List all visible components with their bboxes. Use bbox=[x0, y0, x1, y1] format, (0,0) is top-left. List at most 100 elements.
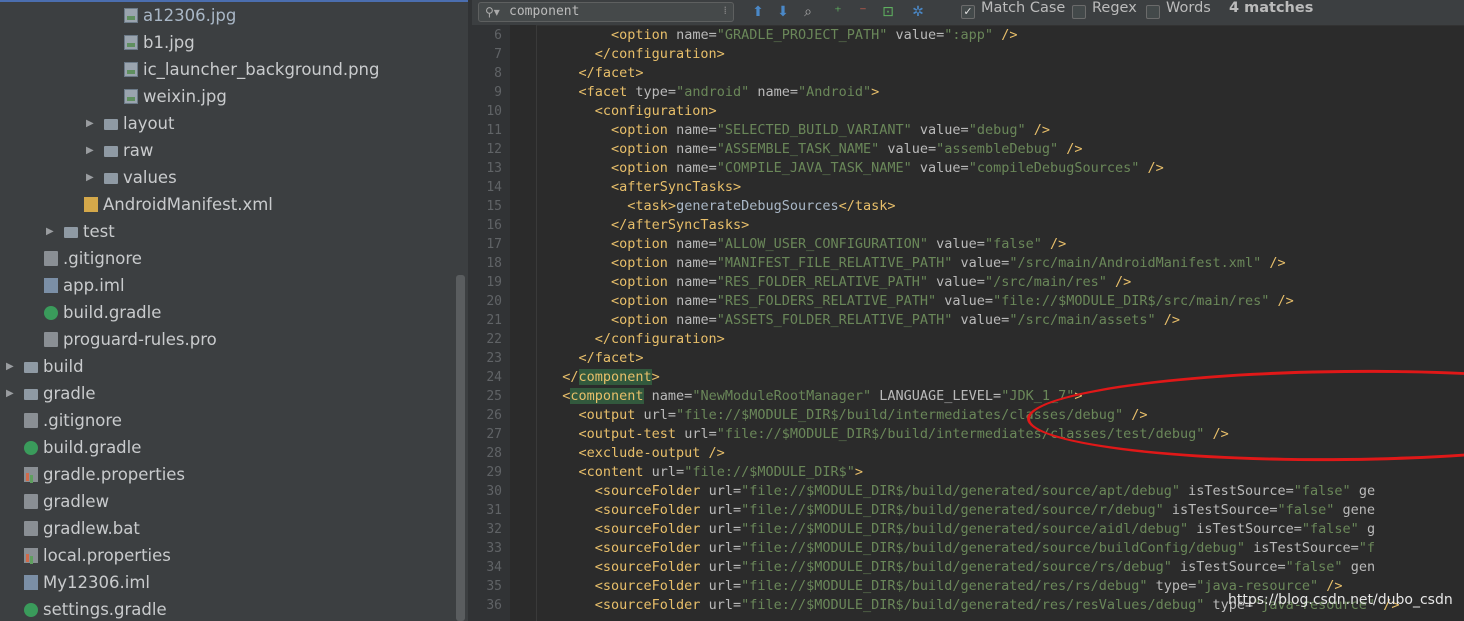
code-token: isTestSource= bbox=[1163, 502, 1278, 518]
find-field[interactable]: ⚲▾ ⁞ bbox=[478, 2, 734, 22]
code-line[interactable]: </facet> bbox=[579, 349, 644, 368]
code-line[interactable]: <option name="ALLOW_USER_CONFIGURATION" … bbox=[611, 235, 1066, 254]
remove-occurrence-icon[interactable]: ⁻ bbox=[853, 2, 873, 22]
match-case-label[interactable]: Match Case bbox=[981, 0, 1065, 16]
file-icon bbox=[44, 332, 58, 347]
code-line[interactable]: </component> bbox=[562, 368, 660, 387]
tree-item[interactable]: settings.gradle bbox=[0, 596, 456, 621]
code-token: > bbox=[854, 464, 864, 480]
fold-gutter[interactable] bbox=[510, 25, 537, 621]
tree-item[interactable]: proguard-rules.pro bbox=[0, 326, 456, 353]
regex-checkbox[interactable] bbox=[1072, 5, 1086, 19]
code-line[interactable]: <output url="file://$MODULE_DIR$/build/i… bbox=[579, 406, 1148, 425]
select-all-occurrences-icon[interactable]: ⊡ bbox=[878, 2, 898, 22]
tree-item[interactable]: gradlew.bat bbox=[0, 515, 456, 542]
code-line[interactable]: </facet> bbox=[579, 64, 644, 83]
search-input[interactable] bbox=[509, 3, 709, 21]
code-line[interactable]: <task>generateDebugSources</task> bbox=[627, 197, 895, 216]
code-line[interactable]: <content url="file://$MODULE_DIR$"> bbox=[579, 463, 864, 482]
code-line[interactable]: </configuration> bbox=[595, 45, 725, 64]
tree-item[interactable]: ▶ values bbox=[0, 164, 456, 191]
image-file-icon bbox=[124, 62, 138, 77]
code-line[interactable]: <sourceFolder url="file://$MODULE_DIR$/b… bbox=[595, 501, 1375, 520]
code-line[interactable]: <option name="COMPILE_JAVA_TASK_NAME" va… bbox=[611, 159, 1164, 178]
file-icon bbox=[24, 494, 38, 509]
line-number: 21 bbox=[486, 313, 502, 328]
next-occurrence-icon[interactable]: ⬇ bbox=[773, 2, 793, 22]
tree-scrollbar[interactable] bbox=[456, 275, 465, 621]
previous-occurrence-icon[interactable]: ⬆ bbox=[748, 2, 768, 22]
code-line[interactable]: <facet type="android" name="Android"> bbox=[579, 83, 880, 102]
code-line[interactable]: <option name="ASSETS_FOLDER_RELATIVE_PAT… bbox=[611, 311, 1180, 330]
code-line[interactable]: <afterSyncTasks> bbox=[611, 178, 741, 197]
code-token: gen bbox=[1342, 559, 1376, 575]
tree-item[interactable]: ▶ build bbox=[0, 353, 456, 380]
code-line[interactable]: <option name="RES_FOLDER_RELATIVE_PATH" … bbox=[611, 273, 1131, 292]
tree-item-label: settings.gradle bbox=[43, 600, 167, 619]
tree-item[interactable]: weixin.jpg bbox=[0, 83, 456, 110]
code-token: <task> bbox=[627, 198, 677, 214]
tree-item[interactable]: build.gradle bbox=[0, 299, 456, 326]
tree-item[interactable]: a12306.jpg bbox=[0, 2, 456, 29]
code-line[interactable]: </configuration> bbox=[595, 330, 725, 349]
clear-search-icon[interactable]: ⁞ bbox=[724, 4, 728, 17]
tree-item[interactable]: b1.jpg bbox=[0, 29, 456, 56]
tree-item[interactable]: ▶ gradle bbox=[0, 380, 456, 407]
words-checkbox[interactable] bbox=[1146, 5, 1160, 19]
code-line[interactable]: <option name="MANIFEST_FILE_RELATIVE_PAT… bbox=[611, 254, 1286, 273]
tree-item[interactable]: .gitignore bbox=[0, 245, 456, 272]
code-line[interactable]: <configuration> bbox=[595, 102, 717, 121]
code-line[interactable]: <option name="GRADLE_PROJECT_PATH" value… bbox=[611, 26, 1017, 45]
expand-arrow-icon[interactable]: ▶ bbox=[86, 164, 94, 191]
gradle-icon bbox=[24, 603, 38, 617]
code-line[interactable]: <sourceFolder url="file://$MODULE_DIR$/b… bbox=[595, 539, 1375, 558]
code-line[interactable]: <sourceFolder url="file://$MODULE_DIR$/b… bbox=[595, 482, 1375, 501]
code-line[interactable]: <option name="RES_FOLDERS_RELATIVE_PATH"… bbox=[611, 292, 1294, 311]
code-token: isTestSource= bbox=[1171, 559, 1286, 575]
code-line[interactable]: <component name="NewModuleRootManager" L… bbox=[562, 387, 1082, 406]
code-line[interactable]: <option name="ASSEMBLE_TASK_NAME" value=… bbox=[611, 140, 1082, 159]
code-token: g bbox=[1358, 521, 1376, 537]
expand-arrow-icon[interactable]: ▶ bbox=[86, 110, 94, 137]
tree-item[interactable]: .gitignore bbox=[0, 407, 456, 434]
code-editor[interactable]: ⚲▾ ⁞ ⬆ ⬇ ⌕ ⁺ ⁻ ⊡ ✲ ✓ Match Case Regex Wo… bbox=[472, 0, 1464, 621]
tree-item[interactable]: local.properties bbox=[0, 542, 456, 569]
expand-arrow-icon[interactable]: ▶ bbox=[86, 137, 94, 164]
code-line[interactable]: </afterSyncTasks> bbox=[611, 216, 749, 235]
code-token: gene bbox=[1334, 502, 1376, 518]
tree-item[interactable]: ▶ test bbox=[0, 218, 456, 245]
expand-arrow-icon[interactable]: ▶ bbox=[6, 380, 14, 407]
tree-item[interactable]: My12306.iml bbox=[0, 569, 456, 596]
line-number: 33 bbox=[486, 541, 502, 556]
code-line[interactable]: <sourceFolder url="file://$MODULE_DIR$/b… bbox=[595, 558, 1375, 577]
image-file-icon bbox=[124, 35, 138, 50]
line-number: 17 bbox=[486, 237, 502, 252]
code-token: name= bbox=[676, 160, 717, 176]
find-all-icon[interactable]: ⌕ bbox=[798, 2, 818, 22]
tree-item[interactable]: gradle.properties bbox=[0, 461, 456, 488]
code-line[interactable]: <output-test url="file://$MODULE_DIR$/bu… bbox=[579, 425, 1229, 444]
regex-label[interactable]: Regex bbox=[1092, 0, 1137, 16]
tree-item[interactable]: gradlew bbox=[0, 488, 456, 515]
tree-item[interactable]: AndroidManifest.xml bbox=[0, 191, 456, 218]
code-token: "/src/main/AndroidManifest.xml" bbox=[1009, 255, 1262, 271]
add-occurrence-icon[interactable]: ⁺ bbox=[828, 2, 848, 22]
tree-item[interactable]: app.iml bbox=[0, 272, 456, 299]
tree-item[interactable]: ▶ raw bbox=[0, 137, 456, 164]
tree-item[interactable]: ▶ layout bbox=[0, 110, 456, 137]
code-line[interactable]: <sourceFolder url="file://$MODULE_DIR$/b… bbox=[595, 520, 1375, 539]
line-number: 10 bbox=[486, 104, 502, 119]
filter-settings-icon[interactable]: ✲ bbox=[908, 2, 928, 22]
tree-item[interactable]: build.gradle bbox=[0, 434, 456, 461]
tree-item[interactable]: ic_launcher_background.png bbox=[0, 56, 456, 83]
code-line[interactable]: <exclude-output /> bbox=[579, 444, 725, 463]
file-icon bbox=[44, 251, 58, 266]
words-label[interactable]: Words bbox=[1166, 0, 1211, 16]
expand-arrow-icon[interactable]: ▶ bbox=[46, 218, 54, 245]
line-number: 23 bbox=[486, 351, 502, 366]
expand-arrow-icon[interactable]: ▶ bbox=[6, 353, 14, 380]
folder-icon bbox=[104, 119, 118, 130]
match-case-checkbox[interactable]: ✓ bbox=[961, 5, 975, 19]
code-line[interactable]: <option name="SELECTED_BUILD_VARIANT" va… bbox=[611, 121, 1050, 140]
search-icon[interactable]: ⚲▾ bbox=[485, 5, 500, 19]
